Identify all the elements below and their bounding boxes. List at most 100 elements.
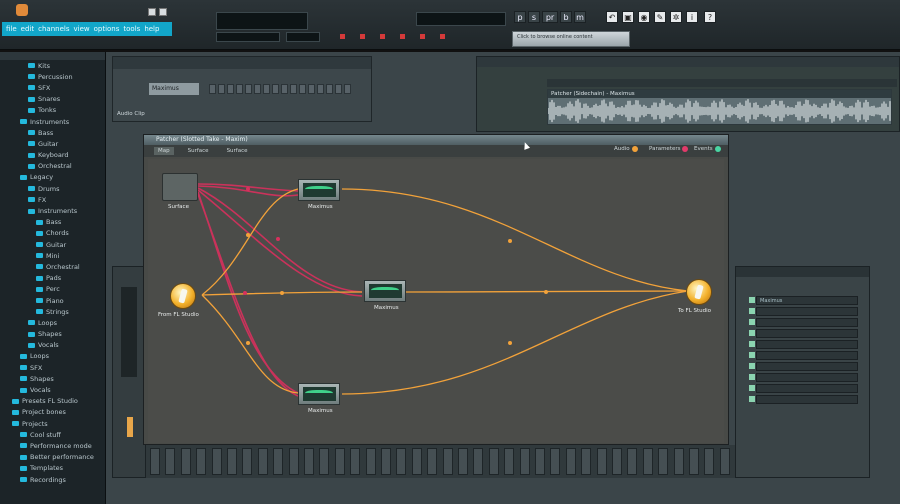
browser-item[interactable]: Orchestral xyxy=(0,261,105,272)
browser-item[interactable]: Bass xyxy=(0,217,105,228)
browser-item[interactable]: Projects xyxy=(0,418,105,429)
browser-item[interactable]: Vocals xyxy=(0,340,105,351)
browser-item[interactable]: Instruments xyxy=(0,116,105,127)
browser-item[interactable]: Better performance xyxy=(0,452,105,463)
mixer-strip[interactable] xyxy=(719,448,730,475)
fl-studio-input-icon[interactable] xyxy=(170,283,196,309)
step-button[interactable] xyxy=(254,84,261,94)
mixer-strip[interactable] xyxy=(381,448,391,475)
mixer-strip[interactable] xyxy=(642,448,653,475)
mixer-strip[interactable] xyxy=(504,448,515,475)
transport-display[interactable] xyxy=(216,32,280,42)
param-wire-midpoint[interactable] xyxy=(276,237,280,241)
browser-item[interactable]: Drums xyxy=(0,183,105,194)
mixer-strip[interactable] xyxy=(319,448,330,475)
step-button[interactable] xyxy=(245,84,252,94)
menu-file[interactable]: file xyxy=(6,25,17,33)
mixer-strip[interactable] xyxy=(581,448,592,475)
effect-slot[interactable] xyxy=(756,373,858,382)
browser-item[interactable]: Tonks xyxy=(0,105,105,116)
tab-surface-2[interactable]: Surface xyxy=(223,147,252,155)
mixer-strip[interactable] xyxy=(488,448,499,475)
browser-item[interactable]: Strings xyxy=(0,306,105,317)
effect-slot[interactable] xyxy=(756,351,858,360)
browser-item[interactable]: Mini xyxy=(0,250,105,261)
mixer-strip[interactable] xyxy=(565,448,576,475)
browser-item[interactable]: Pads xyxy=(0,273,105,284)
minimize-icon[interactable] xyxy=(148,8,156,16)
mixer-strip[interactable] xyxy=(458,448,468,475)
menu-channels[interactable]: channels xyxy=(38,25,69,33)
mixer-strip[interactable] xyxy=(196,448,207,475)
channel-button[interactable]: Maximus xyxy=(149,83,199,95)
step-button[interactable] xyxy=(308,84,315,94)
step-button[interactable] xyxy=(326,84,333,94)
audio-wire-midpoint[interactable] xyxy=(246,233,250,237)
online-content-hint[interactable]: Click to browse online content xyxy=(512,31,630,47)
maximus-plugin-node[interactable] xyxy=(298,383,340,405)
browser-item[interactable]: Cool stuff xyxy=(0,429,105,440)
mixer-strip[interactable] xyxy=(304,448,314,475)
step-button[interactable] xyxy=(344,84,351,94)
browser-item[interactable]: Guitar xyxy=(0,239,105,250)
master-fader[interactable] xyxy=(127,417,133,437)
menu-tools[interactable]: tools xyxy=(123,25,140,33)
browser-item[interactable]: Instruments xyxy=(0,205,105,216)
close-icon[interactable] xyxy=(159,8,167,16)
mixer-strip[interactable] xyxy=(365,448,376,475)
browser-item[interactable]: SFX xyxy=(0,362,105,373)
browser-item[interactable]: Bass xyxy=(0,127,105,138)
maximus-plugin-node[interactable] xyxy=(298,179,340,201)
slot-enable-toggle[interactable] xyxy=(749,385,755,391)
mixer-strip[interactable] xyxy=(350,448,361,475)
mixer-strip[interactable] xyxy=(442,448,453,475)
menu-options[interactable]: options xyxy=(94,25,120,33)
slot-enable-toggle[interactable] xyxy=(749,352,755,358)
mixer-strip[interactable] xyxy=(519,448,530,475)
step-button[interactable] xyxy=(218,84,225,94)
browser-item[interactable]: Guitar xyxy=(0,138,105,149)
fl-studio-output-icon[interactable] xyxy=(686,279,712,305)
mixer-strip[interactable] xyxy=(334,448,345,475)
step-button[interactable] xyxy=(335,84,342,94)
slot-enable-toggle[interactable] xyxy=(749,396,755,402)
audio-wire[interactable] xyxy=(201,294,299,394)
audio-wire-midpoint[interactable] xyxy=(246,341,250,345)
mixer-strip[interactable] xyxy=(596,448,607,475)
mixer-strip[interactable] xyxy=(535,448,545,475)
effect-slot[interactable] xyxy=(756,329,858,338)
audio-wire-midpoint[interactable] xyxy=(544,290,548,294)
slot-enable-toggle[interactable] xyxy=(749,363,755,369)
browser-item[interactable]: Percussion xyxy=(0,71,105,82)
help-icon[interactable]: ? xyxy=(704,11,716,23)
browser-item[interactable]: Loops xyxy=(0,317,105,328)
browser-item[interactable]: Presets FL Studio xyxy=(0,396,105,407)
playlist-ruler[interactable] xyxy=(547,79,897,87)
mixer-strip[interactable] xyxy=(673,448,684,475)
mixer-strip[interactable] xyxy=(627,448,638,475)
effect-slot[interactable] xyxy=(756,307,858,316)
menu-help[interactable]: help xyxy=(144,25,159,33)
slot-enable-toggle[interactable] xyxy=(749,341,755,347)
mixer-strip[interactable] xyxy=(612,448,622,475)
browser-item[interactable]: Legacy xyxy=(0,172,105,183)
step-button[interactable] xyxy=(227,84,234,94)
slot-enable-toggle[interactable] xyxy=(749,330,755,336)
gear-icon[interactable]: ✲ xyxy=(670,11,682,23)
mixer-strip[interactable] xyxy=(473,448,484,475)
save-icon[interactable]: ▣ xyxy=(622,11,634,23)
step-button[interactable] xyxy=(236,84,243,94)
browser-item[interactable]: Templates xyxy=(0,463,105,474)
param-wire[interactable] xyxy=(197,187,363,293)
mixer-strip[interactable] xyxy=(180,448,191,475)
mixer-strip[interactable] xyxy=(658,448,669,475)
step-button[interactable] xyxy=(317,84,324,94)
mixer-strip[interactable] xyxy=(257,448,268,475)
browser-item[interactable]: Snares xyxy=(0,94,105,105)
mixer-strip[interactable] xyxy=(704,448,715,475)
patcher-title[interactable]: Patcher (Slotted Take - Maxim) xyxy=(144,135,728,145)
audio-clip[interactable]: Patcher (Sidechain) - Maximus xyxy=(547,89,892,125)
mixer-strip[interactable] xyxy=(150,448,160,475)
mixer-strip[interactable] xyxy=(396,448,407,475)
step-button[interactable] xyxy=(272,84,279,94)
